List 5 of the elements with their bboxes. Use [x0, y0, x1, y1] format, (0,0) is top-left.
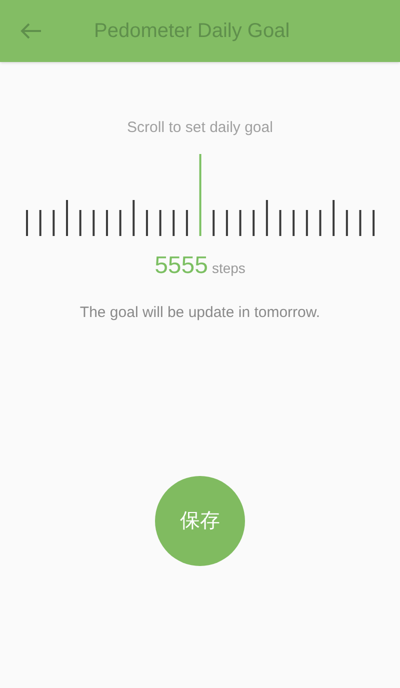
save-button[interactable]: 保存: [155, 476, 245, 566]
goal-unit: steps: [212, 258, 246, 278]
goal-value: 5555: [154, 250, 208, 280]
goal-note: The goal will be update in tomorrow.: [80, 302, 320, 322]
goal-hint: Scroll to set daily goal: [127, 118, 273, 138]
